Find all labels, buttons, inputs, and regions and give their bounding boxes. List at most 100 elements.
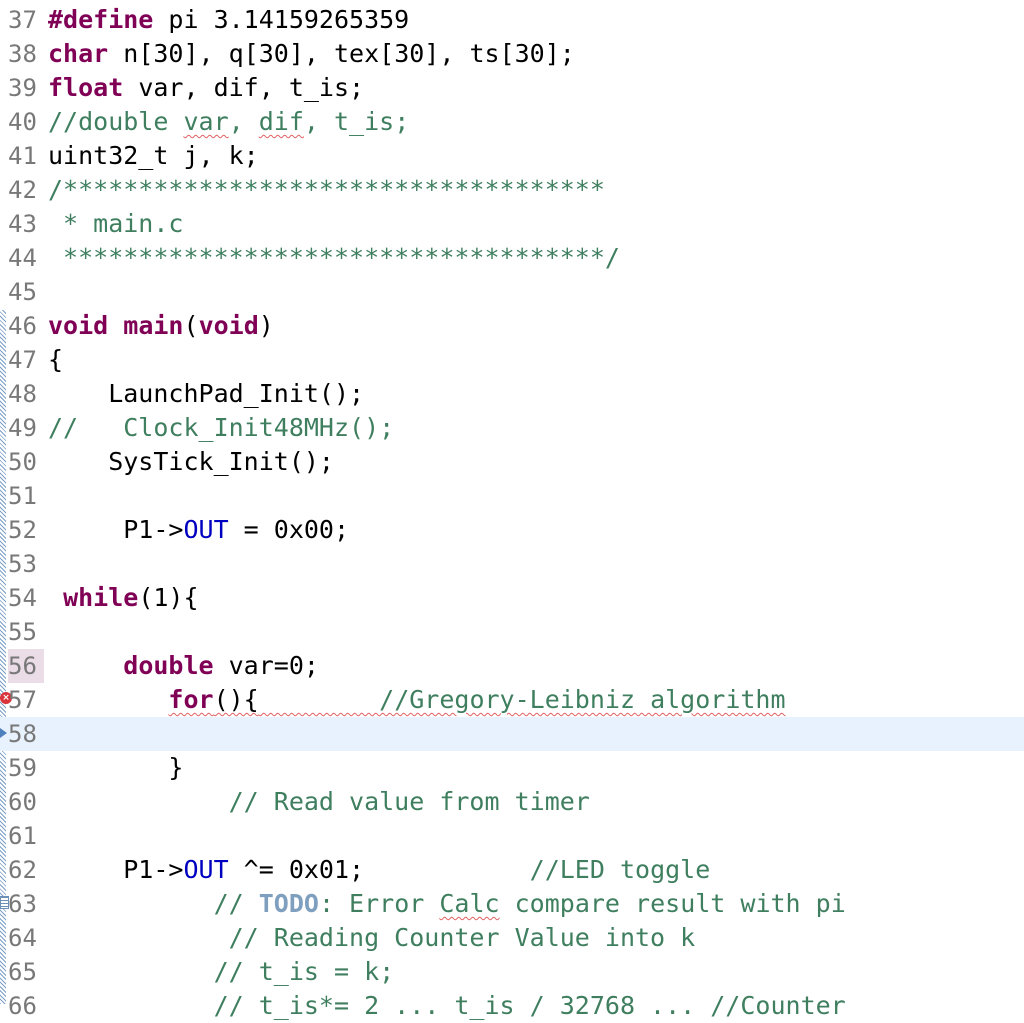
code-line[interactable]: 44 ************************************/	[0, 241, 1024, 275]
code-line[interactable]: 46 void main(void)	[0, 309, 1024, 343]
code-line[interactable]: 39 float var, dif, t_is;	[0, 71, 1024, 105]
line-number: 51	[8, 482, 37, 510]
line-number: 39	[8, 74, 37, 102]
code-token: //LED toggle	[529, 855, 711, 884]
code-token: double	[123, 651, 214, 680]
code-token: OUT	[183, 855, 229, 884]
code-token: , t_is;	[303, 107, 410, 136]
code-line[interactable]: 55	[0, 615, 1024, 649]
line-number: 64	[8, 924, 37, 952]
line-number: 44	[8, 244, 37, 272]
line-number: 59	[8, 754, 37, 782]
code-text: float var, dif, t_is;	[48, 71, 364, 105]
code-text: P1->OUT = 0x00;	[48, 513, 349, 547]
code-token: // Reading Counter Value into k	[48, 923, 696, 952]
code-text: // Reading Counter Value into k	[48, 921, 696, 955]
code-token: var, dif, t_is;	[123, 73, 365, 102]
code-token: ************************************/	[48, 243, 620, 272]
code-line[interactable]: 66 // t_is*= 2 ... t_is / 32768 ... //Co…	[0, 989, 1024, 1023]
code-line[interactable]: 42 /************************************	[0, 173, 1024, 207]
code-text: double var=0;	[48, 649, 319, 683]
code-line[interactable]: 50 SysTick_Init();	[0, 445, 1024, 479]
code-token: // t_is*= 2 ... t_is / 32768 ... //Count…	[48, 991, 846, 1020]
code-line[interactable]: 63 // TODO: Error Calc compare result wi…	[0, 887, 1024, 921]
code-line[interactable]: 52 P1->OUT = 0x00;	[0, 513, 1024, 547]
code-line[interactable]: 54 while(1){	[0, 581, 1024, 615]
line-number: 47	[8, 346, 37, 374]
line-number: 56	[8, 649, 44, 683]
code-line[interactable]: 60 // Read value from timer	[0, 785, 1024, 819]
code-line[interactable]: 53	[0, 547, 1024, 581]
code-line[interactable]: 56 double var=0;	[0, 649, 1024, 683]
code-line[interactable]: 64 // Reading Counter Value into k	[0, 921, 1024, 955]
code-token: P1->	[48, 855, 184, 884]
code-text: void main(void)	[48, 309, 274, 343]
code-token: uint32_t j, k;	[48, 141, 259, 170]
code-line[interactable]: 58	[0, 717, 1024, 751]
code-token: ,	[228, 107, 259, 136]
code-text: }	[48, 751, 183, 785]
code-text: uint32_t j, k;	[48, 139, 259, 173]
code-line[interactable]: 38 char n[30], q[30], tex[30], ts[30];	[0, 37, 1024, 71]
code-token: var	[183, 107, 229, 136]
code-token: //double	[48, 107, 184, 136]
code-line[interactable]: 48 LaunchPad_Init();	[0, 377, 1024, 411]
code-token: : Error	[318, 889, 440, 918]
code-text: P1->OUT ^= 0x01; //LED toggle	[48, 853, 710, 887]
code-line[interactable]: 41 uint32_t j, k;	[0, 139, 1024, 173]
line-number: 46	[8, 312, 37, 340]
code-line[interactable]: 45	[0, 275, 1024, 309]
code-line[interactable]: 47 {	[0, 343, 1024, 377]
code-line[interactable]: × 57 for(){ //Gregory-Leibniz algorithm	[0, 683, 1024, 717]
code-line[interactable]: 37 #define pi 3.14159265359	[0, 3, 1024, 37]
code-token: dif	[258, 107, 304, 136]
code-text: {	[48, 343, 63, 377]
code-line[interactable]: 61	[0, 819, 1024, 853]
code-token: char	[48, 39, 109, 68]
line-number: 55	[8, 618, 37, 646]
code-token: }	[48, 753, 184, 782]
code-line[interactable]: 65 // t_is = k;	[0, 955, 1024, 989]
code-line[interactable]: 40 //double var, dif, t_is;	[0, 105, 1024, 139]
code-token: float	[48, 73, 124, 102]
line-number: 62	[8, 856, 37, 884]
line-number: 43	[8, 210, 37, 238]
line-number: 37	[8, 6, 37, 34]
code-line[interactable]: 62 P1->OUT ^= 0x01; //LED toggle	[0, 853, 1024, 887]
code-token: // Read value from timer	[48, 787, 590, 816]
code-line[interactable]: 43 * main.c	[0, 207, 1024, 241]
code-editor[interactable]: 37 #define pi 3.14159265359 38 char n[30], …	[0, 0, 1024, 1020]
code-text: // TODO: Error Calc compare result with …	[48, 887, 846, 921]
code-token: compare result with pi	[499, 889, 846, 918]
code-text: for(){ //Gregory-Leibniz algorithm	[48, 683, 786, 717]
code-text: char n[30], q[30], tex[30], ts[30];	[48, 37, 575, 71]
code-line[interactable]: 51	[0, 479, 1024, 513]
code-token: (	[183, 311, 199, 340]
line-number: 41	[8, 142, 37, 170]
code-token: //Gregory-Leibniz algorithm	[258, 685, 786, 714]
line-number: 52	[8, 516, 37, 544]
line-number: 66	[8, 992, 37, 1020]
code-token: * main.c	[48, 209, 184, 238]
code-text: LaunchPad_Init();	[48, 377, 364, 411]
code-text: // t_is = k;	[48, 955, 395, 989]
code-token: (1){	[138, 583, 199, 612]
code-token: // t_is = k;	[48, 957, 395, 986]
code-line[interactable]: 49 // Clock_Init48MHz();	[0, 411, 1024, 445]
code-token: #define	[48, 5, 154, 34]
code-token: ^= 0x01;	[228, 855, 530, 884]
code-token: pi 3.14159265359	[153, 5, 410, 34]
code-text: ************************************/	[48, 241, 620, 275]
code-text: SysTick_Init();	[48, 445, 334, 479]
code-token: = 0x00;	[228, 515, 350, 544]
line-number: 57	[8, 686, 37, 714]
code-token: LaunchPad_Init();	[48, 379, 365, 408]
line-number: 42	[8, 176, 37, 204]
code-token: void	[48, 311, 109, 340]
code-line[interactable]: 59 }	[0, 751, 1024, 785]
line-number: 58	[8, 720, 37, 748]
line-number: 61	[8, 822, 37, 850]
